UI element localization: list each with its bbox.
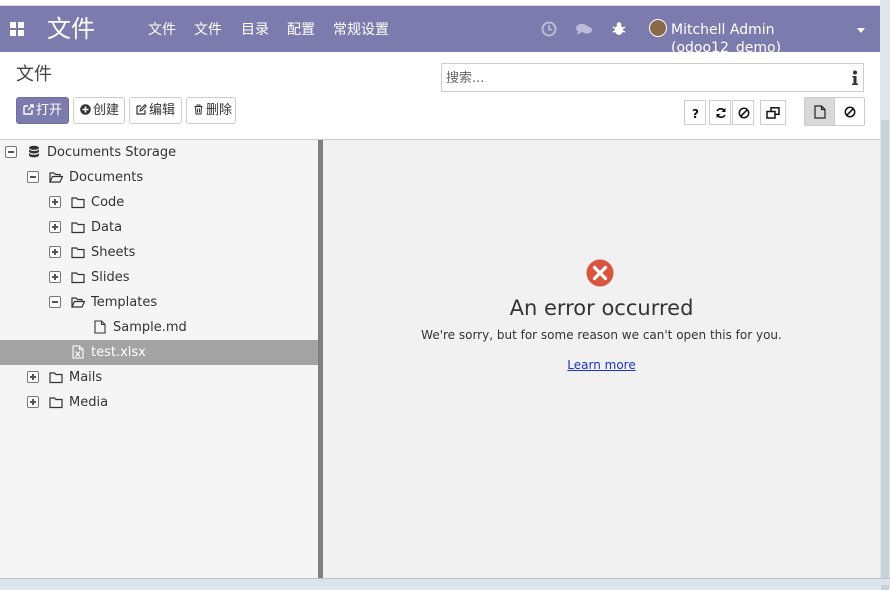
document-view-button[interactable] xyxy=(805,98,835,125)
scrollbar-thumb[interactable] xyxy=(881,120,889,590)
tree-node[interactable]: Documents Storage xyxy=(0,140,318,165)
ban-icon xyxy=(844,106,856,118)
tree-node-label: Documents xyxy=(69,170,144,185)
clock-icon[interactable] xyxy=(540,20,558,38)
ban-icon xyxy=(738,107,750,119)
folder-icon xyxy=(71,197,85,209)
delete-button-label: 删除 xyxy=(206,103,233,118)
chevron-down-icon[interactable] xyxy=(857,28,865,33)
database-icon xyxy=(29,145,39,158)
menu-item-config[interactable]: 配置 xyxy=(287,21,315,39)
help-button[interactable]: ? xyxy=(684,100,706,125)
tree-node-label: Sheets xyxy=(91,245,136,260)
tree-node[interactable]: Templates xyxy=(0,290,318,315)
restore-window-button[interactable] xyxy=(760,100,786,125)
create-button-label: 创建 xyxy=(93,103,120,118)
disable-view-button[interactable] xyxy=(835,98,865,125)
menu-item-files-1[interactable]: 文件 xyxy=(148,21,176,39)
tree-node-label: Mails xyxy=(69,370,103,385)
open-button-label: 打开 xyxy=(36,103,63,118)
svg-text:?: ? xyxy=(692,107,699,120)
tree-node-label: test.xlsx xyxy=(91,345,146,360)
folder-icon xyxy=(49,372,63,384)
folder-icon xyxy=(49,397,63,409)
collapse-icon[interactable] xyxy=(27,171,39,183)
app-window: 文件 文件 文件 目录 配置 常规设置 Mitchell Admin (odoo… xyxy=(0,0,880,578)
folder-icon xyxy=(71,272,85,284)
delete-button[interactable]: 删除 xyxy=(186,97,236,124)
search-box[interactable] xyxy=(441,63,864,92)
preview-pane: An error occurred We're sorry, but for s… xyxy=(323,140,880,578)
plus-circle-icon xyxy=(80,104,91,115)
error-icon xyxy=(586,259,614,287)
file-icon xyxy=(94,320,106,334)
cancel-button[interactable] xyxy=(732,100,754,125)
tree-node[interactable]: Slides xyxy=(0,265,318,290)
trash-icon xyxy=(194,104,203,115)
window-scrollbar[interactable] xyxy=(880,0,890,590)
edit-button-label: 编辑 xyxy=(149,103,176,118)
info-icon[interactable] xyxy=(850,70,860,86)
main-navbar: 文件 文件 文件 目录 配置 常规设置 Mitchell Admin (odoo… xyxy=(0,6,880,56)
control-panel: 文件 打开 创建 编辑 xyxy=(0,52,880,140)
expand-icon[interactable] xyxy=(27,371,39,383)
tree-node[interactable]: test.xlsx xyxy=(0,340,318,365)
create-button[interactable]: 创建 xyxy=(73,97,125,124)
tree-node-label: Media xyxy=(69,395,109,410)
tree-node[interactable]: Sample.md xyxy=(0,315,318,340)
tree-node-label: Templates xyxy=(91,295,158,310)
expand-icon[interactable] xyxy=(49,246,61,258)
menu-item-general-settings[interactable]: 常规设置 xyxy=(333,21,389,39)
tree-node-label: Code xyxy=(91,195,125,210)
tree-node[interactable]: Code xyxy=(0,190,318,215)
search-input[interactable] xyxy=(446,69,836,87)
folder-open-icon xyxy=(71,297,85,308)
collapse-icon[interactable] xyxy=(49,296,61,308)
edit-icon xyxy=(136,104,147,115)
tree-node-label: Documents Storage xyxy=(47,145,177,160)
breadcrumb: 文件 xyxy=(16,64,52,85)
tree-node-label: Data xyxy=(91,220,123,235)
refresh-icon xyxy=(716,108,726,118)
folder-open-icon xyxy=(49,172,63,183)
expand-icon[interactable] xyxy=(27,396,39,408)
document-tree: Documents Storage Documents Code Data Sheets… xyxy=(0,140,318,578)
bug-icon[interactable] xyxy=(610,20,628,38)
tree-node[interactable]: Data xyxy=(0,215,318,240)
open-button[interactable]: 打开 xyxy=(16,97,69,124)
tree-node-label: Slides xyxy=(91,270,130,285)
tree-node[interactable]: Media xyxy=(0,390,318,415)
view-switcher xyxy=(804,97,865,126)
file-icon xyxy=(814,105,826,119)
app-brand: 文件 xyxy=(47,15,95,43)
refresh-button[interactable] xyxy=(709,100,731,125)
tree-node[interactable]: Mails xyxy=(0,365,318,390)
external-link-icon xyxy=(23,104,34,115)
tree-node-label: Sample.md xyxy=(113,320,187,335)
tree-node[interactable]: Documents xyxy=(0,165,318,190)
menu-item-directory[interactable]: 目录 xyxy=(241,21,269,39)
chat-icon[interactable] xyxy=(575,20,593,38)
edit-button[interactable]: 编辑 xyxy=(129,97,182,124)
excel-file-icon xyxy=(72,345,84,359)
error-title: An error occurred xyxy=(509,296,694,320)
expand-icon[interactable] xyxy=(49,271,61,283)
bottom-window-edge xyxy=(0,578,890,585)
apps-menu-icon[interactable] xyxy=(10,22,24,36)
restore-window-icon xyxy=(766,107,780,119)
folder-icon xyxy=(71,247,85,259)
menu-item-files-2[interactable]: 文件 xyxy=(194,21,222,39)
learn-more-link[interactable]: Learn more xyxy=(323,357,880,373)
error-message: We're sorry, but for some reason we can'… xyxy=(421,328,782,342)
folder-icon xyxy=(71,222,85,234)
avatar[interactable] xyxy=(649,19,667,37)
expand-icon[interactable] xyxy=(49,221,61,233)
expand-icon[interactable] xyxy=(49,196,61,208)
collapse-icon[interactable] xyxy=(5,146,17,158)
question-icon: ? xyxy=(692,107,699,120)
tree-node[interactable]: Sheets xyxy=(0,240,318,265)
